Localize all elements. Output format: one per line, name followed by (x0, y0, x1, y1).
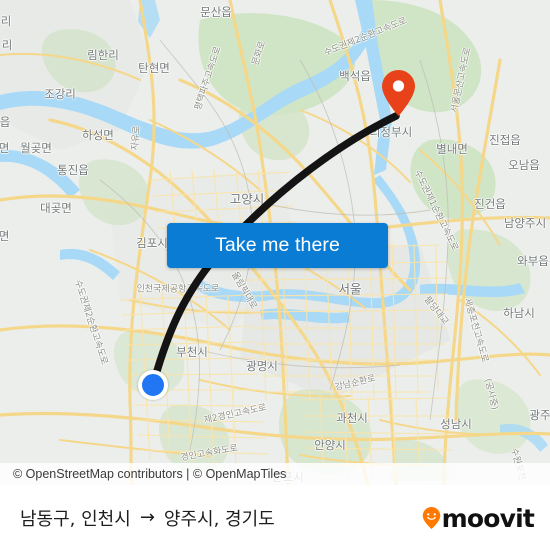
origin-marker[interactable] (138, 370, 168, 400)
moovit-logo[interactable]: moovit (422, 503, 535, 533)
moovit-wordmark: moovit (441, 503, 535, 533)
map-attribution-bar: © OpenStreetMap contributors | © OpenMap… (0, 463, 550, 485)
destination-marker[interactable] (381, 69, 416, 117)
attribution-text[interactable]: © OpenStreetMap contributors | © OpenMap… (13, 467, 286, 481)
map-trip-screen: 문산읍 수도권제2순환고속도로 리 림한리 탄현면 백석읍 문화로 서울문산고속도로 리 조강리 평… (0, 0, 550, 550)
moovit-pin-icon (422, 506, 441, 530)
footer-bar: 남동구, 인천시 → 양주시, 경기도 moovit (0, 485, 550, 550)
take-me-there-button[interactable]: Take me there (167, 223, 388, 268)
trip-summary: 남동구, 인천시 → 양주시, 경기도 (20, 505, 275, 531)
arrow-right-icon: → (139, 507, 155, 528)
trip-destination-label: 양주시, 경기도 (163, 509, 275, 530)
map-canvas[interactable]: 문산읍 수도권제2순환고속도로 리 림한리 탄현면 백석읍 문화로 서울문산고속도로 리 조강리 평… (0, 0, 550, 485)
trip-origin-label: 남동구, 인천시 (20, 509, 131, 530)
